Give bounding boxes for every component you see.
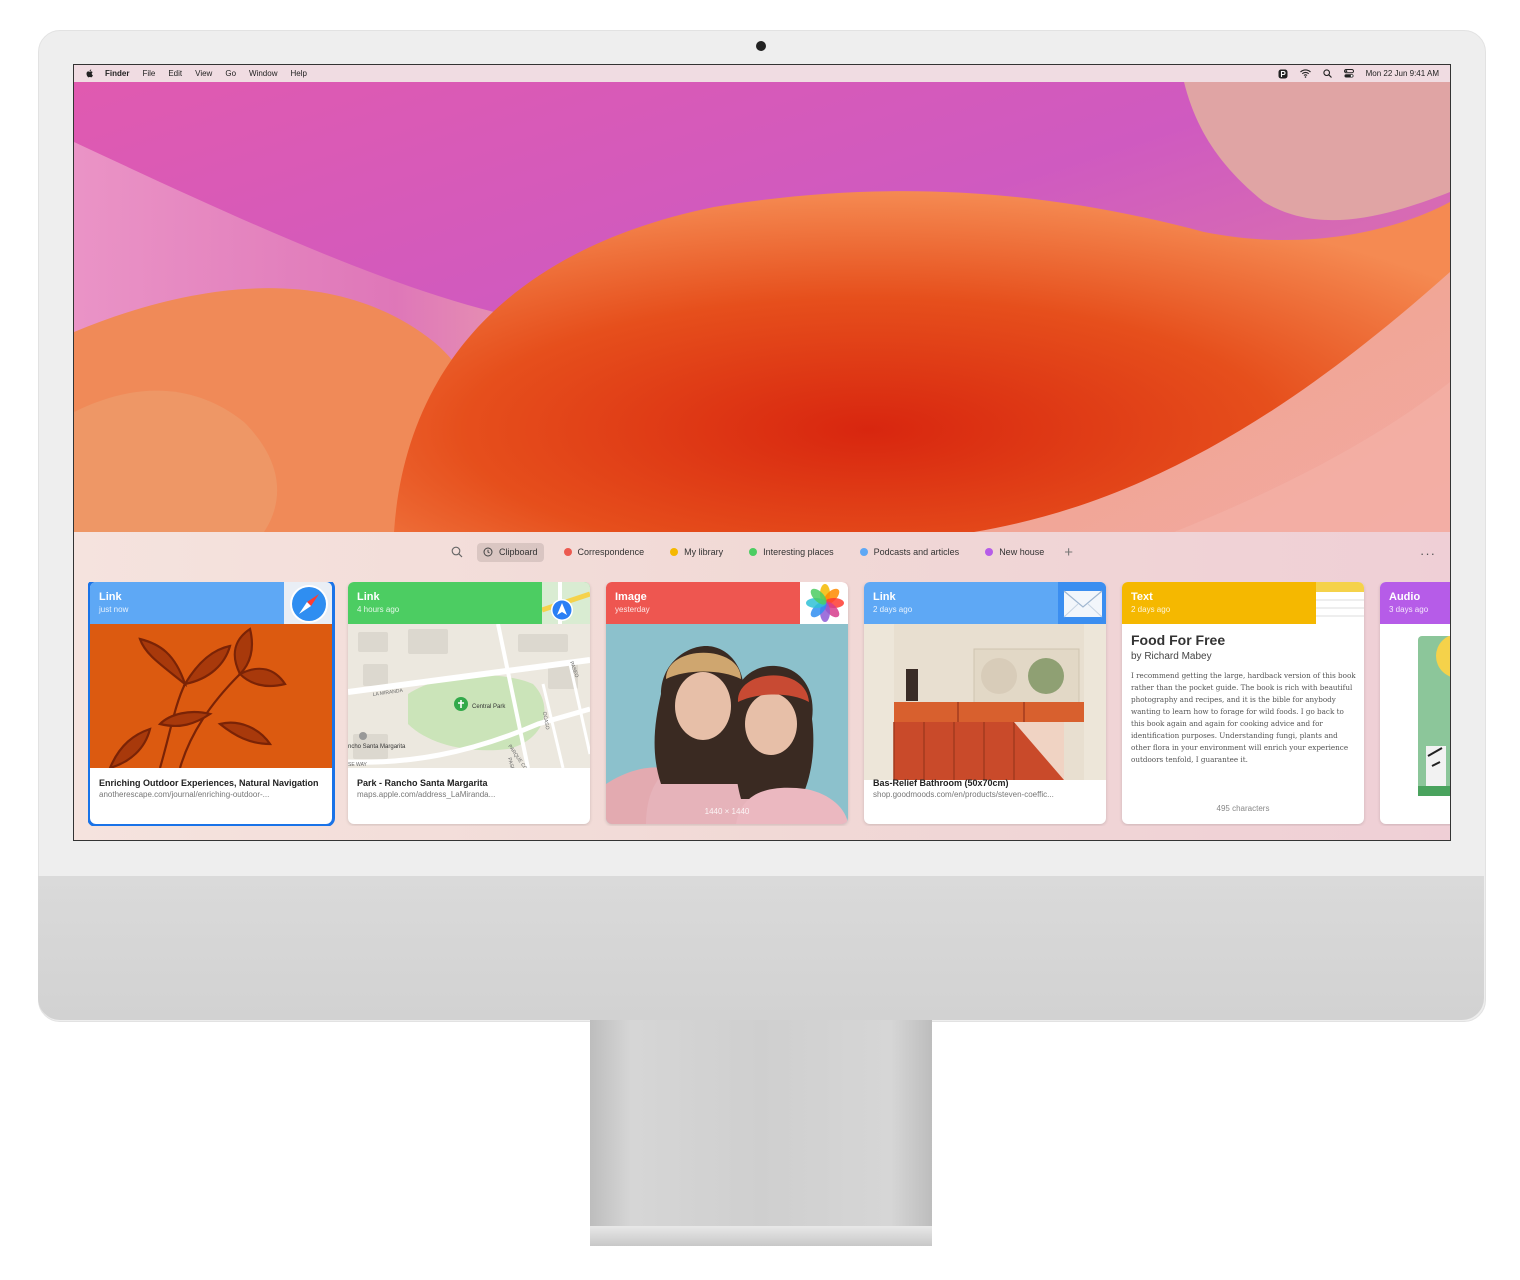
text-clip-author: by Richard Mabey <box>1131 651 1212 662</box>
text-clip-title: Food For Free <box>1131 632 1226 648</box>
history-icon <box>483 547 493 557</box>
card-time: 3 days ago <box>1389 605 1429 614</box>
card-url: shop.goodmoods.com/en/products/steven-co… <box>873 790 1054 799</box>
clip-card-link-bathroom[interactable]: Link 2 days ago Bas-Relief Bathroom (50x… <box>864 582 1106 824</box>
card-meta: Bas-Relief Bathroom (50x70cm) shop.goodm… <box>873 777 1099 801</box>
menu-file[interactable]: File <box>142 69 155 78</box>
card-meta: Enriching Outdoor Experiences, Natural N… <box>99 777 325 801</box>
card-header: Link 4 hours ago <box>348 582 590 624</box>
image-dimensions: 1440 × 1440 <box>705 807 750 816</box>
safari-icon <box>284 582 332 624</box>
color-dot <box>985 548 994 556</box>
imac-stand <box>590 1020 932 1234</box>
tab-correspondence[interactable]: Correspondence <box>558 543 651 562</box>
menu-help[interactable]: Help <box>290 69 306 78</box>
character-count: 495 characters <box>1216 804 1270 813</box>
camera-icon <box>756 41 766 51</box>
tab-clipboard[interactable]: Clipboard <box>477 542 544 562</box>
card-header: Link 2 days ago <box>864 582 1106 624</box>
color-dot <box>859 548 868 556</box>
tab-label: My library <box>684 547 724 557</box>
tab-label: New house <box>999 547 1045 557</box>
mail-icon <box>1058 582 1106 624</box>
clip-card-link-park[interactable]: Link 4 hours ago Central Park LA MIRANDA… <box>348 582 590 824</box>
imac-stand-base <box>590 1226 932 1246</box>
map-label: Central Park <box>472 704 506 710</box>
clip-card-link-outdoor[interactable]: Link just now Enriching Outdoor Experien… <box>88 582 335 826</box>
card-header: Link just now <box>90 582 332 624</box>
card-header: Audio 3 days ago <box>1380 582 1450 624</box>
control-center-icon[interactable] <box>1343 69 1354 78</box>
card-header: Text 2 days ago <box>1122 582 1364 624</box>
clip-card-image[interactable]: Image yesterday 1440 × 1440 <box>606 582 848 824</box>
card-title: Bas-Relief Bathroom (50x70cm) <box>873 778 1009 788</box>
notes-icon <box>1316 582 1364 624</box>
photo-thumbnail: 1440 × 1440 <box>606 624 848 824</box>
desktop-wallpaper <box>74 82 1450 532</box>
pinboard-toolbar: Clipboard Correspondence My library Inte… <box>74 532 1450 572</box>
map-label: ncho Santa Margarita <box>348 744 406 750</box>
menu-window[interactable]: Window <box>249 69 277 78</box>
card-title: Enriching Outdoor Experiences, Natural N… <box>99 778 319 788</box>
menu-go[interactable]: Go <box>225 69 236 78</box>
more-options-button[interactable]: ··· <box>1420 546 1436 561</box>
clip-card-audio[interactable]: Audio 3 days ago <box>1380 582 1450 824</box>
card-url: anotherescape.com/journal/enriching-outd… <box>99 790 270 799</box>
card-meta: Park - Rancho Santa Margarita maps.apple… <box>357 777 583 801</box>
menu-edit[interactable]: Edit <box>168 69 182 78</box>
maps-icon <box>542 582 590 624</box>
photos-icon <box>800 582 848 624</box>
menu-bar: Finder File Edit View Go Window Help Mon… <box>74 65 1450 82</box>
text-clip-body: I recommend getting the large, hardback … <box>1131 671 1356 764</box>
map-label: SE WAY <box>348 762 368 768</box>
tab-label: Clipboard <box>499 547 538 557</box>
paste-icon[interactable] <box>1278 69 1288 79</box>
tab-podcasts-and-articles[interactable]: Podcasts and articles <box>854 543 966 562</box>
menu-view[interactable]: View <box>195 69 212 78</box>
card-header: Image yesterday <box>606 582 848 624</box>
menu-app-name[interactable]: Finder <box>105 69 129 78</box>
color-dot <box>563 548 572 556</box>
tab-my-library[interactable]: My library <box>664 543 729 562</box>
tab-label: Interesting places <box>763 547 834 557</box>
clipboard-panel: Clipboard Correspondence My library Inte… <box>74 532 1450 840</box>
tab-label: Correspondence <box>577 547 645 557</box>
color-dot <box>749 548 758 556</box>
card-type: Audio <box>1389 591 1421 603</box>
clip-card-text[interactable]: Text 2 days ago Food For Free by Richard… <box>1122 582 1364 824</box>
product-thumbnail <box>864 624 1106 780</box>
search-icon[interactable] <box>1322 69 1332 78</box>
apple-icon[interactable] <box>85 69 94 78</box>
article-thumbnail <box>90 624 332 768</box>
clip-cards-row: Link just now Enriching Outdoor Experien… <box>88 582 1450 826</box>
tab-interesting-places[interactable]: Interesting places <box>743 543 840 562</box>
card-title: Park - Rancho Santa Margarita <box>357 778 488 788</box>
wifi-icon[interactable] <box>1299 69 1311 78</box>
add-pinboard-button[interactable]: + <box>1064 544 1073 561</box>
tab-label: Podcasts and articles <box>873 547 960 557</box>
podcast-artwork <box>1418 636 1450 796</box>
tab-new-house[interactable]: New house <box>979 543 1050 562</box>
search-icon[interactable] <box>451 546 463 558</box>
screen: Finder File Edit View Go Window Help Mon… <box>73 64 1451 841</box>
map-thumbnail: Central Park LA MIRANDA ncho Santa Marga… <box>348 624 590 768</box>
color-dot <box>670 548 679 556</box>
card-url: maps.apple.com/address_LaMiranda... <box>357 790 496 799</box>
imac-chin <box>38 876 1484 1020</box>
menubar-clock[interactable]: Mon 22 Jun 9:41 AM <box>1366 69 1439 78</box>
